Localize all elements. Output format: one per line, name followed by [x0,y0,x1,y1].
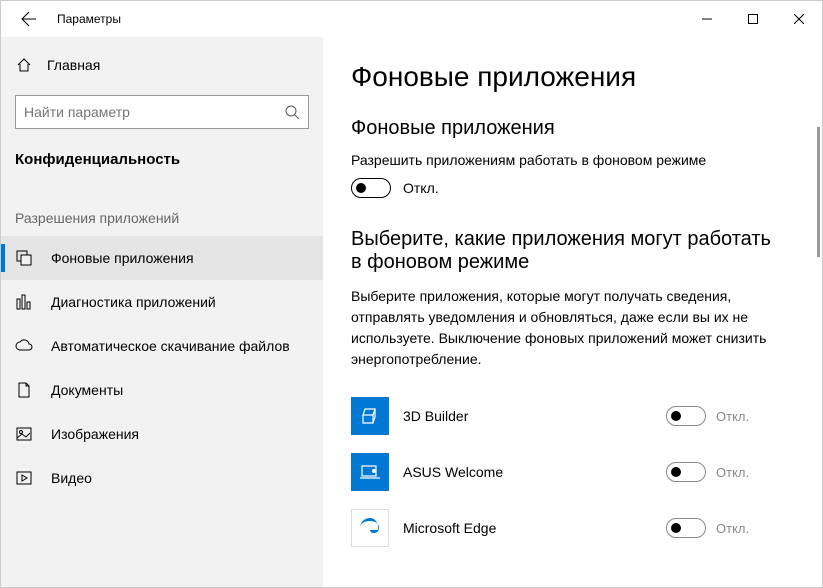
description-text: Выберите приложения, которые могут получ… [351,286,771,370]
allow-background-label: Разрешить приложениям работать в фоновом… [351,152,786,168]
sidebar-item-label: Изображения [51,426,139,442]
sidebar-item-app-diagnostics[interactable]: Диагностика приложений [1,280,323,324]
toggle-state: Откл. [716,409,749,424]
toggle-state: Откл. [716,521,749,536]
sidebar-item-pictures[interactable]: Изображения [1,412,323,456]
toggle-state: Откл. [403,180,439,196]
sidebar-item-background-apps[interactable]: Фоновые приложения [1,236,323,280]
maximize-icon [748,14,758,24]
sidebar-item-videos[interactable]: Видео [1,456,323,500]
sidebar-item-documents[interactable]: Документы [1,368,323,412]
home-nav[interactable]: Главная [1,45,323,85]
app-name: Microsoft Edge [403,520,652,536]
back-button[interactable] [9,1,49,37]
app-name: ASUS Welcome [403,464,652,480]
app-row-3d-builder: 3D Builder Откл. [351,388,786,444]
minimize-button[interactable] [684,1,730,37]
cloud-icon [15,337,33,355]
category-header: Конфиденциальность [1,143,323,184]
app-row-asus-welcome: ASUS Welcome Откл. [351,444,786,500]
section-title: Фоновые приложения [351,117,786,140]
search-icon [284,104,300,120]
app-toggle-asus-welcome[interactable] [666,462,706,482]
section-label: Разрешения приложений [1,184,323,236]
sidebar-item-label: Автоматическое скачивание файлов [51,338,290,354]
sidebar: Главная Конфиденциальность Разрешения пр… [1,37,323,587]
app-icon-asus-welcome [351,453,389,491]
titlebar: Параметры [1,1,822,37]
app-toggle-microsoft-edge[interactable] [666,518,706,538]
page-title: Фоновые приложения [351,61,786,93]
sidebar-item-label: Документы [51,382,123,398]
section-title-2: Выберите, какие приложения могут работат… [351,228,771,274]
arrow-left-icon [21,11,37,27]
allow-background-toggle[interactable] [351,178,391,198]
app-row-microsoft-edge: Microsoft Edge Откл. [351,500,786,556]
close-button[interactable] [776,1,822,37]
home-label: Главная [47,57,100,73]
pictures-icon [15,425,33,443]
toggle-state: Откл. [716,465,749,480]
content-area: Фоновые приложения Фоновые приложения Ра… [323,37,822,587]
app-icon-microsoft-edge [351,509,389,547]
home-icon [15,56,33,74]
scrollbar[interactable] [817,127,820,257]
app-toggle-3d-builder[interactable] [666,406,706,426]
minimize-icon [702,14,712,24]
search-input[interactable] [24,104,284,120]
window-title: Параметры [49,12,121,26]
background-apps-icon [15,249,33,267]
search-box[interactable] [15,95,309,129]
sidebar-item-label: Диагностика приложений [51,294,216,310]
sidebar-item-label: Фоновые приложения [51,250,194,266]
app-icon-3d-builder [351,397,389,435]
app-name: 3D Builder [403,408,652,424]
diagnostics-icon [15,293,33,311]
sidebar-item-label: Видео [51,470,92,486]
sidebar-item-auto-downloads[interactable]: Автоматическое скачивание файлов [1,324,323,368]
video-icon [15,469,33,487]
maximize-button[interactable] [730,1,776,37]
close-icon [794,14,804,24]
document-icon [15,381,33,399]
